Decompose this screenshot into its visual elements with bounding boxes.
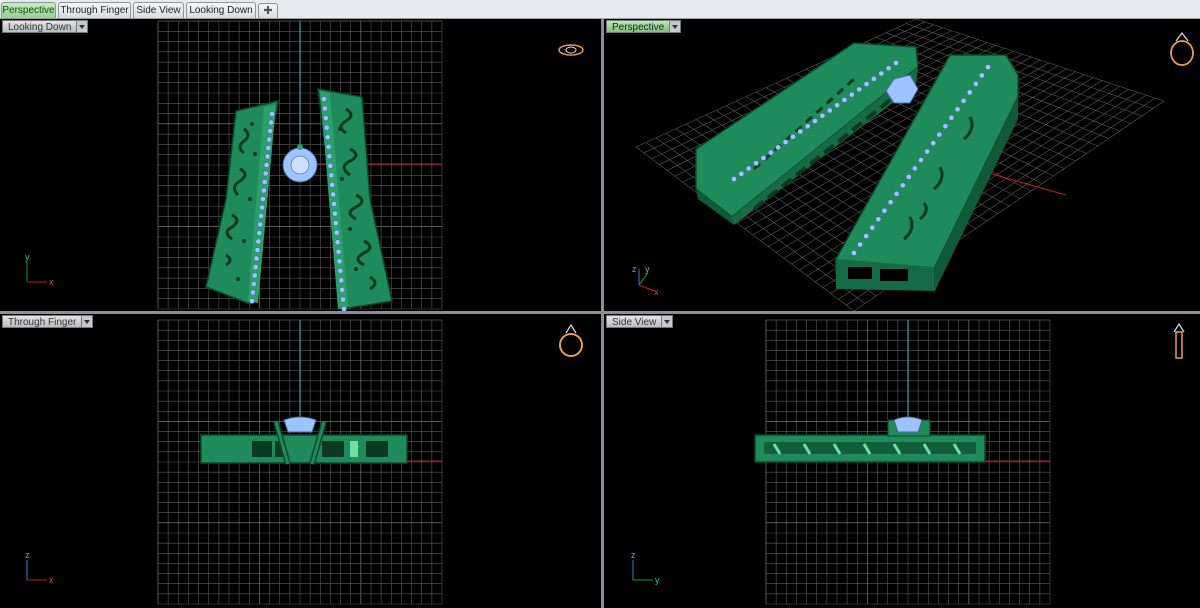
plus-icon: ✚ — [263, 5, 273, 17]
ring-front-icon — [559, 323, 583, 357]
ring-band-left — [205, 100, 279, 306]
tab-through-finger[interactable]: Through Finger — [58, 2, 131, 18]
svg-text:y: y — [25, 252, 30, 262]
svg-text:y: y — [655, 575, 660, 585]
viewport-dropdown-icon[interactable] — [77, 20, 89, 33]
svg-text:z: z — [632, 264, 637, 274]
axis-gizmo: z y — [631, 550, 660, 585]
viewport-title-looking-down[interactable]: Looking Down — [2, 20, 89, 33]
add-tab-button[interactable]: ✚ — [258, 3, 278, 18]
viewport-dropdown-icon[interactable] — [670, 20, 682, 33]
viewport-looking-down[interactable]: y x Looking Down — [0, 19, 601, 311]
viewport-through-finger[interactable]: z x Through Finger — [0, 314, 601, 608]
tab-perspective[interactable]: Perspective — [1, 2, 56, 18]
viewport-side-view[interactable]: z y Side View — [604, 314, 1200, 608]
center-gemstone — [893, 416, 923, 433]
svg-text:x: x — [654, 287, 659, 297]
through-finger-canvas: z x — [25, 319, 583, 605]
center-gemstone — [283, 416, 317, 433]
ring-top-icon — [558, 44, 584, 56]
viewport-tab-bar: Perspective Through Finger Side View Loo… — [0, 0, 1200, 19]
perspective-canvas: z y x — [632, 19, 1194, 311]
viewport-splitter-horizontal[interactable] — [0, 311, 1200, 314]
svg-text:x: x — [49, 277, 54, 287]
tab-looking-down[interactable]: Looking Down — [186, 2, 256, 18]
svg-text:z: z — [631, 550, 636, 560]
viewport-title-perspective[interactable]: Perspective — [606, 20, 682, 33]
ring-perspective-icon — [1170, 32, 1194, 66]
viewport-title-side-view[interactable]: Side View — [606, 315, 674, 328]
viewport-dropdown-icon[interactable] — [82, 315, 94, 328]
looking-down-canvas: y x — [25, 20, 584, 311]
viewport-dropdown-icon[interactable] — [662, 315, 674, 328]
viewport-title-through-finger[interactable]: Through Finger — [2, 315, 94, 328]
ring-band-side — [754, 419, 986, 463]
axis-gizmo: y x — [25, 252, 54, 287]
svg-text:y: y — [645, 264, 650, 274]
tab-side-view[interactable]: Side View — [133, 2, 184, 18]
side-view-canvas: z y — [631, 319, 1185, 605]
axis-gizmo: z x — [25, 550, 54, 585]
axis-gizmo: z y x — [632, 264, 659, 297]
viewport-perspective[interactable]: z y x Perspective — [604, 19, 1200, 311]
svg-text:z: z — [25, 550, 30, 560]
ring-side-icon — [1173, 322, 1185, 359]
svg-text:x: x — [49, 575, 54, 585]
